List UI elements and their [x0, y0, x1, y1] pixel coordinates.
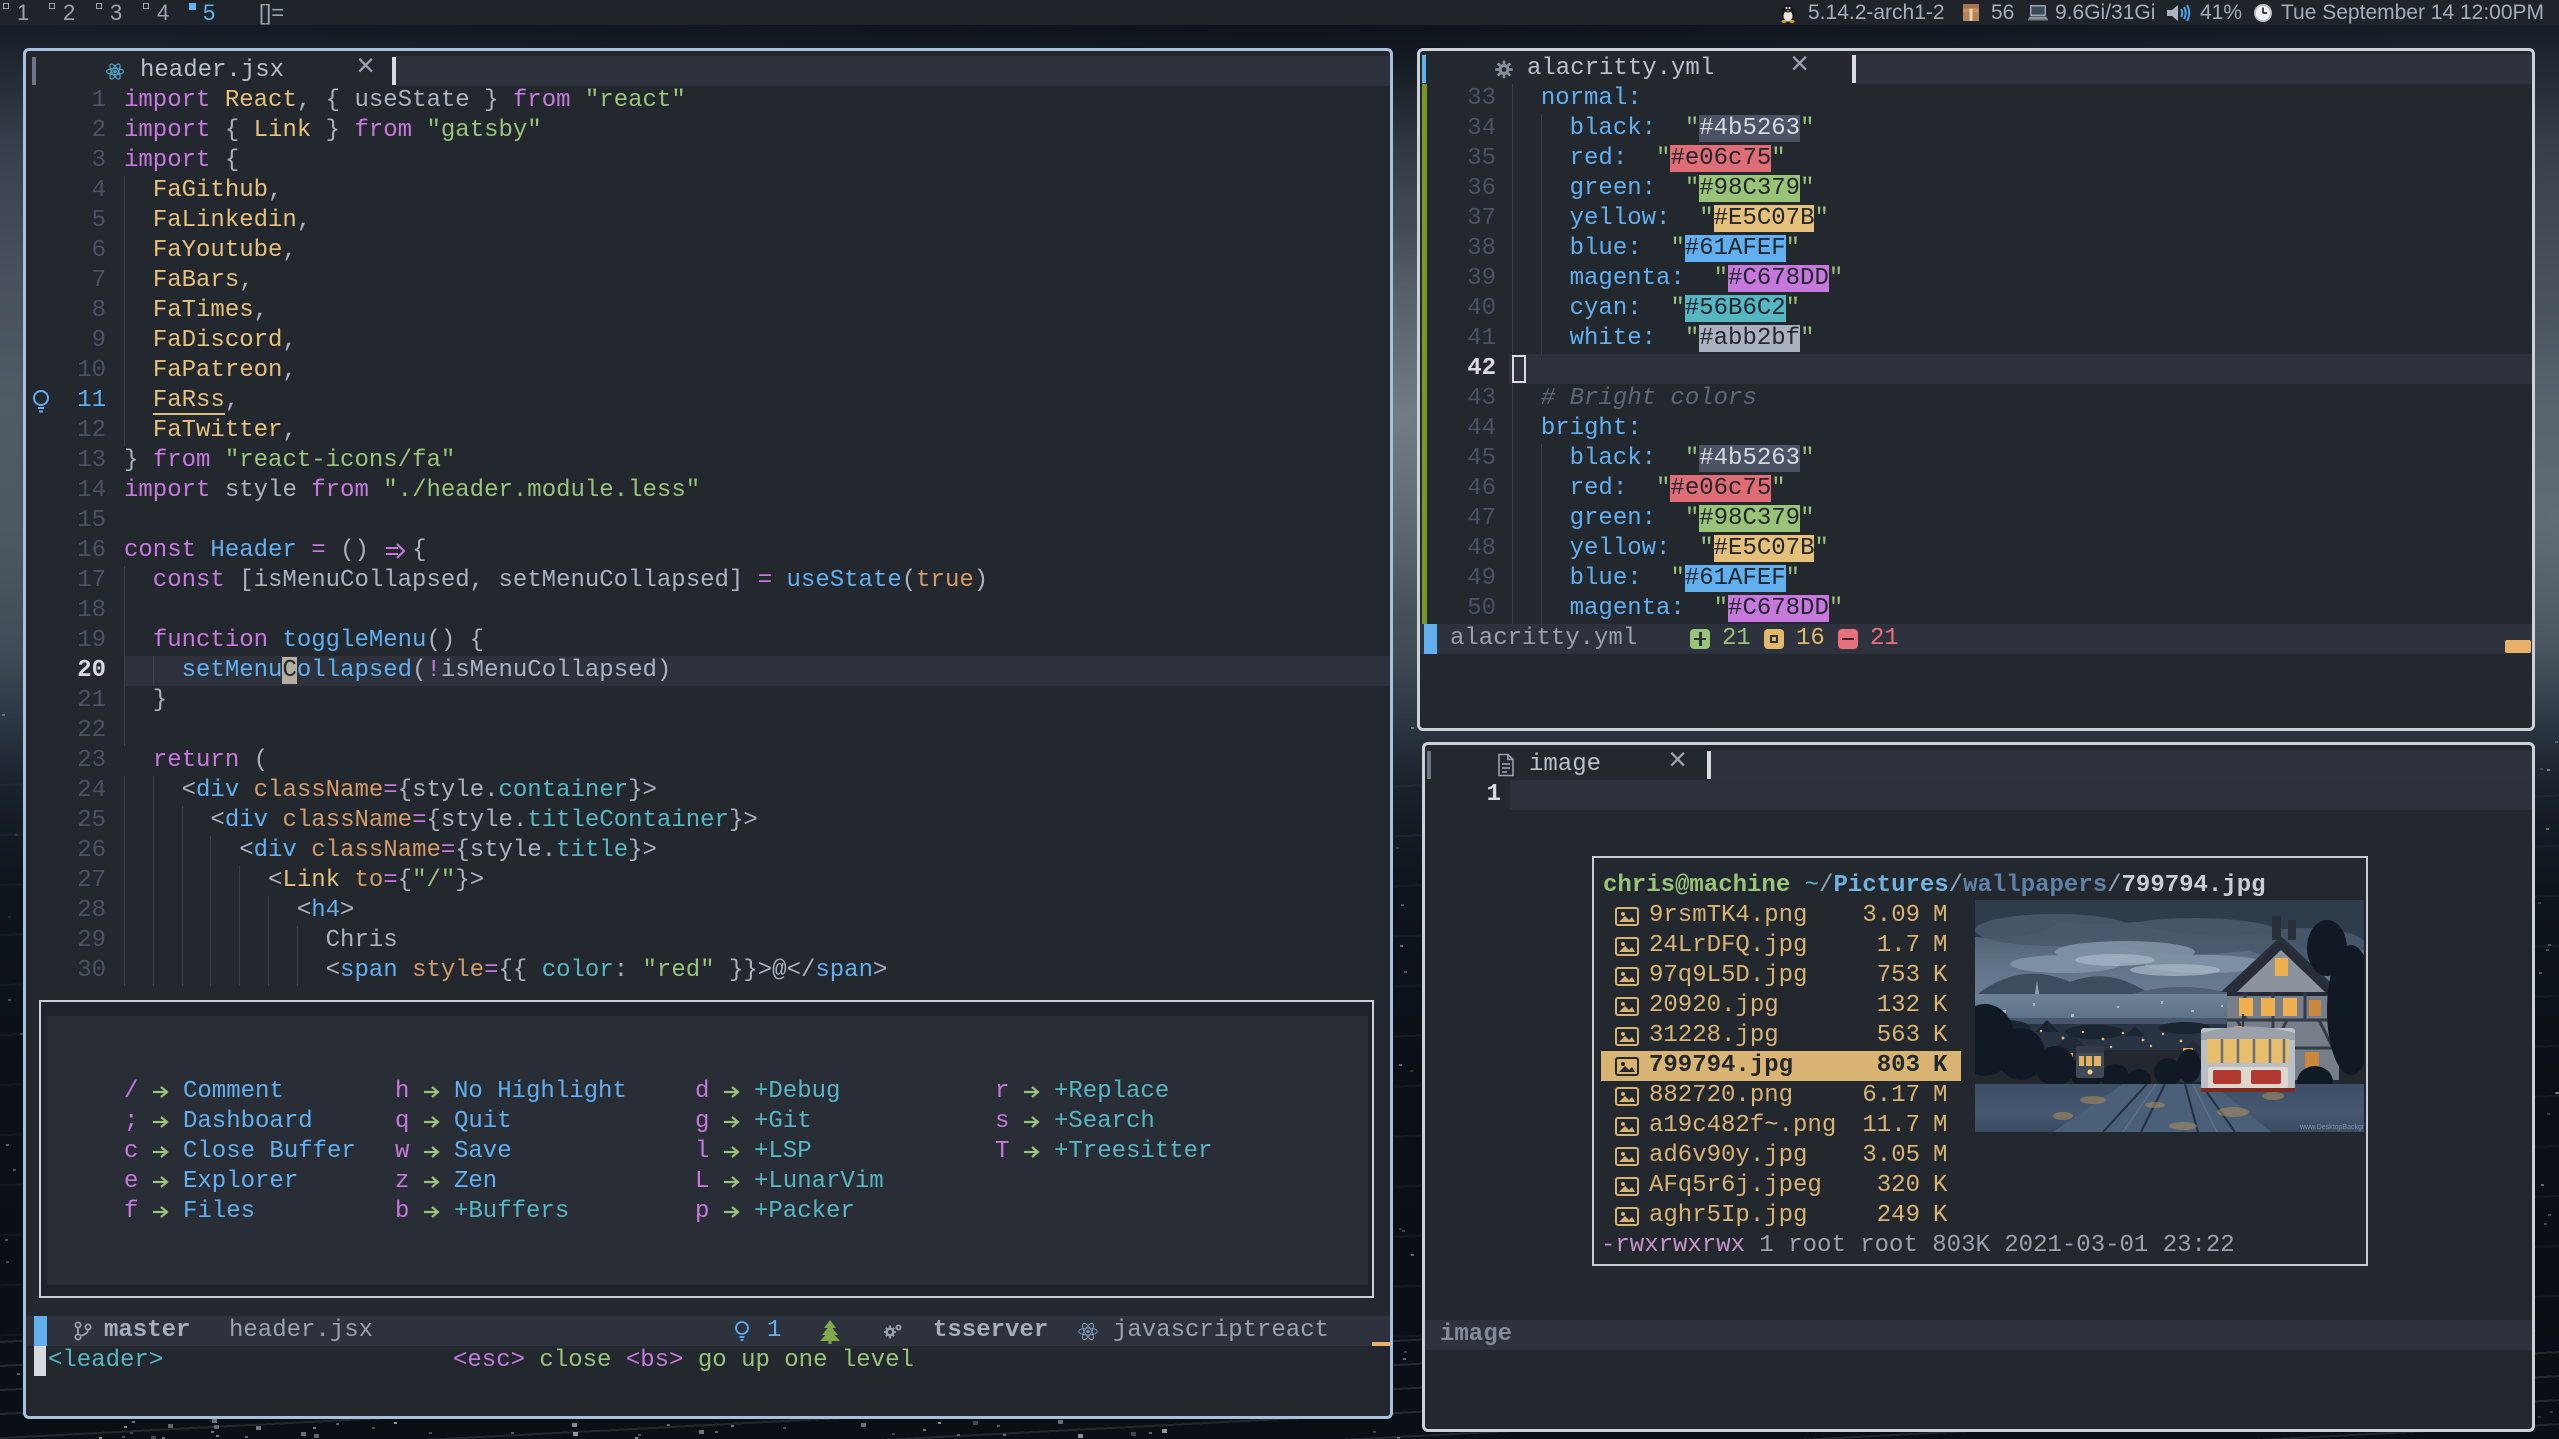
- svg-text:www.DesktopBackground.org: www.DesktopBackground.org: [2299, 1124, 2364, 1131]
